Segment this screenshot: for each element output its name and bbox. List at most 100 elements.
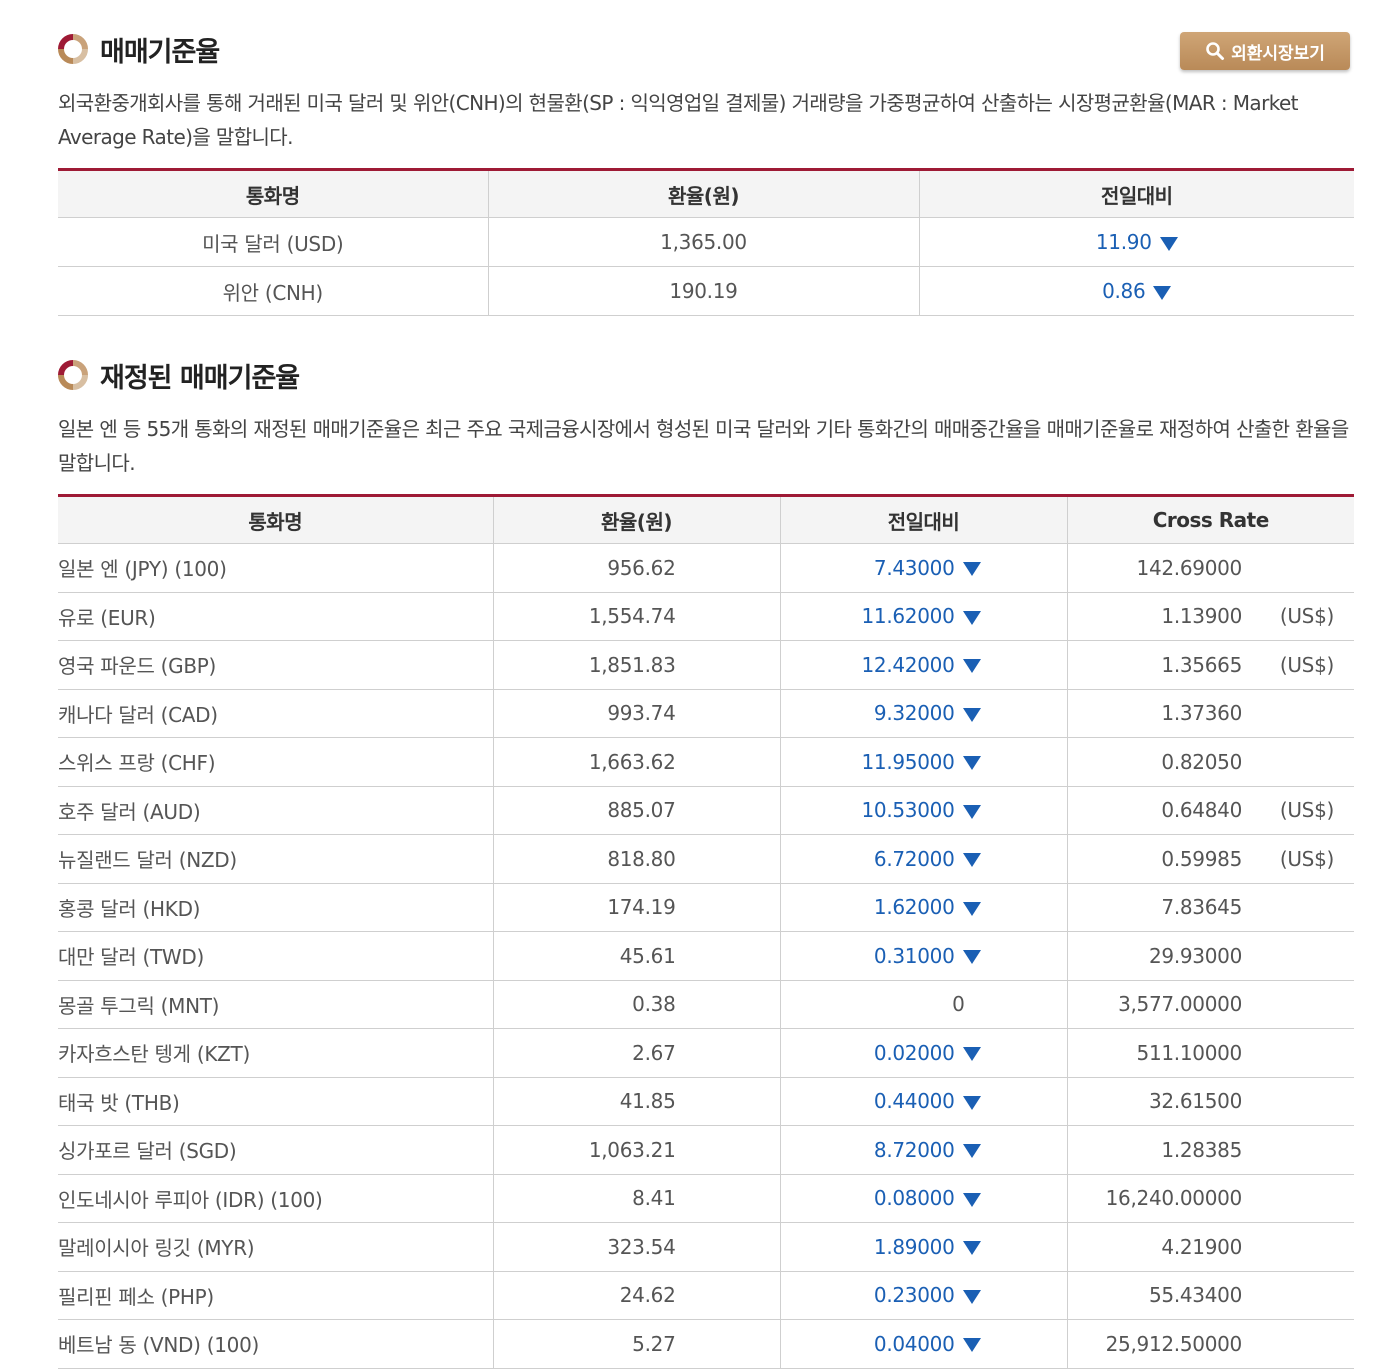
triangle-down-icon: [962, 756, 981, 771]
currency-name: 미국 달러 (USD): [58, 217, 488, 267]
currency-name: 태국 밧 (THB): [58, 1077, 493, 1126]
cross-rate-value: 1.37360: [1161, 701, 1242, 726]
currency-name-text: 태국 밧 (THB): [58, 1090, 180, 1115]
currency-name-text: 캐나다 달러 (CAD): [58, 702, 218, 727]
cross-rate-cell: 7.83645: [1066, 883, 1354, 932]
triangle-down-icon: [962, 1192, 981, 1207]
cross-rate-unit: (US$): [1279, 604, 1334, 629]
cross-rate-cell: 511.10000: [1066, 1028, 1354, 1078]
rate-value-text: 24.62: [619, 1283, 676, 1308]
currency-name: 대만 달러 (TWD): [58, 931, 493, 981]
change-cell: 11.95000: [779, 737, 1067, 787]
section-title: 재정된 매매기준율: [100, 363, 300, 394]
change-cell: 6.72000: [779, 834, 1067, 884]
change-value: 0.02000: [873, 1040, 955, 1065]
change-value: 1.89000: [873, 1234, 955, 1259]
table-row: 위안 (CNH) 190.19 0.86: [58, 266, 1354, 316]
rate-value-text: 2.67: [632, 1040, 676, 1065]
change-cell: 11.90: [918, 217, 1354, 267]
change-value: 12.42000: [861, 652, 955, 677]
fx-market-button-label: 외환시장보기: [1231, 43, 1325, 64]
cross-rate-cell: 1.13900 (US$): [1066, 592, 1354, 641]
rate-value-text: 41.85: [619, 1089, 676, 1114]
rate-value: 1,063.21: [492, 1125, 780, 1175]
table-header-row: 통화명 환율(원) 전일대비 Cross Rate: [58, 494, 1354, 544]
triangle-down-icon: [962, 853, 981, 868]
triangle-down-icon: [1159, 236, 1178, 251]
rate-value: 885.07: [492, 786, 780, 835]
rate-value: 323.54: [492, 1222, 780, 1272]
cross-rate-cell: 0.82050: [1066, 737, 1354, 787]
change-value: 11.90: [1095, 230, 1152, 254]
cross-rate-value: 1.13900: [1161, 604, 1242, 629]
table-row: 호주 달러 (AUD) 885.07 10.53000 0.64840 (US$): [58, 786, 1354, 835]
change-cell: 12.42000: [779, 640, 1067, 690]
header-change: 전일대비: [918, 168, 1354, 218]
base-rate-table: 통화명 환율(원) 전일대비 미국 달러 (USD) 1,365.00 11.90 위…: [58, 168, 1354, 316]
table-header-row: 통화명 환율(원) 전일대비: [58, 168, 1354, 218]
change-cell: 8.72000: [779, 1125, 1067, 1175]
table-row: 미국 달러 (USD) 1,365.00 11.90: [58, 217, 1354, 267]
cross-rate-value: 3,577.00000: [1118, 992, 1242, 1017]
table-row: 캐나다 달러 (CAD) 993.74 9.32000 1.37360: [58, 689, 1354, 738]
change-value: 0.08000: [873, 1186, 955, 1211]
rate-value-text: 5.27: [632, 1331, 676, 1356]
table-row: 대만 달러 (TWD) 45.61 0.31000 29.93000: [58, 931, 1354, 981]
triangle-down-icon: [962, 1047, 981, 1062]
table-row: 말레이시아 링깃 (MYR) 323.54 1.89000 4.21900: [58, 1222, 1354, 1272]
change-cell: 1.62000: [779, 883, 1067, 932]
change-value: 11.95000: [861, 749, 955, 774]
change-cell: 0.23000: [779, 1271, 1067, 1320]
cross-rate-cell: 1.35665 (US$): [1066, 640, 1354, 690]
currency-name: 싱가포르 달러 (SGD): [58, 1125, 493, 1175]
cross-rate-value: 55.43400: [1148, 1283, 1242, 1308]
currency-name: 영국 파운드 (GBP): [58, 640, 493, 690]
header-currency: 통화명: [58, 494, 493, 544]
rate-value: 1,365.00: [487, 217, 919, 267]
currency-name: 호주 달러 (AUD): [58, 786, 493, 835]
currency-name-text: 인도네시아 루피아 (IDR) (100): [58, 1187, 323, 1212]
triangle-down-icon: [962, 610, 981, 625]
table-row: 스위스 프랑 (CHF) 1,663.62 11.95000 0.82050: [58, 737, 1354, 787]
change-cell: 7.43000: [779, 543, 1067, 593]
rate-value: 190.19: [487, 266, 919, 316]
currency-name: 캐나다 달러 (CAD): [58, 689, 493, 738]
currency-name-text: 뉴질랜드 달러 (NZD): [58, 848, 237, 873]
triangle-down-icon: [962, 950, 981, 965]
currency-name-text: 영국 파운드 (GBP): [58, 654, 216, 679]
rate-value: 956.62: [492, 543, 780, 593]
change-cell: 0: [779, 980, 1067, 1029]
cross-rate-value: 25,912.50000: [1105, 1331, 1243, 1356]
change-value: 0.23000: [873, 1283, 955, 1308]
cross-rate-cell: 32.61500: [1066, 1077, 1354, 1126]
change-cell: 10.53000: [779, 786, 1067, 835]
rate-value: 41.85: [492, 1077, 780, 1126]
rate-value-text: 1,063.21: [588, 1137, 676, 1162]
currency-name-text: 대만 달러 (TWD): [58, 945, 205, 970]
cross-rate-cell: 29.93000: [1066, 931, 1354, 981]
fx-market-button[interactable]: 외환시장보기: [1180, 32, 1350, 70]
rate-value-text: 1,851.83: [588, 652, 676, 677]
base-rate-section: 매매기준율 외환시장보기 외국환중개회사를 통해 거래된 미국 달러 및 위안(…: [58, 28, 1354, 316]
cross-rate-unit: (US$): [1279, 798, 1334, 823]
currency-name: 뉴질랜드 달러 (NZD): [58, 834, 493, 884]
table-row: 싱가포르 달러 (SGD) 1,063.21 8.72000 1.28385: [58, 1125, 1354, 1175]
change-value: 11.62000: [861, 604, 955, 629]
rate-value: 1,663.62: [492, 737, 780, 787]
cross-rate-value: 1.28385: [1161, 1137, 1242, 1162]
cross-rate-cell: 4.21900: [1066, 1222, 1354, 1272]
triangle-down-icon: [962, 562, 981, 577]
section-header: 매매기준율 외환시장보기: [58, 28, 1354, 72]
cross-rate-value: 0.64840: [1161, 798, 1242, 823]
rate-value: 1,554.74: [492, 592, 780, 641]
cross-rate-value: 29.93000: [1148, 943, 1242, 968]
table-row: 카자흐스탄 텡게 (KZT) 2.67 0.02000 511.10000: [58, 1028, 1354, 1078]
cross-rate-value: 142.69000: [1136, 555, 1243, 580]
currency-name: 필리핀 페소 (PHP): [58, 1271, 493, 1320]
rate-value-text: 0.38: [632, 992, 676, 1017]
currency-name: 카자흐스탄 텡게 (KZT): [58, 1028, 493, 1078]
currency-name: 인도네시아 루피아 (IDR) (100): [58, 1174, 493, 1223]
cross-rate-value: 511.10000: [1136, 1040, 1243, 1065]
cross-rate-cell: 16,240.00000: [1066, 1174, 1354, 1223]
header-change: 전일대비: [779, 494, 1067, 544]
